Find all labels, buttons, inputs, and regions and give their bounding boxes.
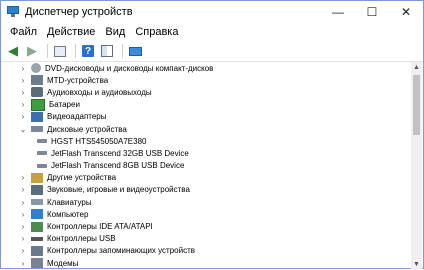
modem-icon bbox=[31, 258, 43, 269]
tree-child-item[interactable]: HGST HTS545050A7E380 bbox=[1, 135, 412, 147]
mtd-device-icon bbox=[31, 75, 43, 86]
tree-item-label: HGST HTS545050A7E380 bbox=[51, 136, 147, 146]
properties-icon[interactable] bbox=[52, 43, 68, 59]
tree-category[interactable]: › Компьютер bbox=[1, 208, 412, 220]
device-manager-app-icon bbox=[6, 5, 20, 19]
back-icon[interactable]: ◀ bbox=[5, 43, 21, 59]
disk-drive-icon bbox=[31, 126, 43, 133]
scroll-up-icon[interactable]: ▲ bbox=[411, 62, 422, 73]
tree-item-label: JetFlash Transcend 8GB USB Device bbox=[51, 161, 185, 171]
tree-item-label: Батареи bbox=[49, 100, 80, 110]
chevron-right-icon[interactable]: › bbox=[19, 112, 27, 121]
tree-item-label: DVD-дисководы и дисководы компакт-дисков bbox=[45, 63, 214, 73]
vertical-scrollbar[interactable]: ▲ ▼ bbox=[411, 62, 422, 270]
window-controls: — ☐ ✕ bbox=[321, 1, 423, 22]
close-button[interactable]: ✕ bbox=[389, 1, 423, 22]
toolbar: ◀ ▶ ? bbox=[1, 41, 423, 62]
chevron-right-icon[interactable]: › bbox=[19, 210, 27, 219]
usb-controller-icon bbox=[31, 236, 43, 241]
menu-bar: Файл Действие Вид Справка bbox=[1, 22, 423, 41]
tree-item-label: Контроллеры запоминающих устройств bbox=[47, 246, 195, 256]
chevron-right-icon[interactable]: › bbox=[19, 88, 27, 97]
tree-category[interactable]: › DVD-дисководы и дисководы компакт-диско… bbox=[1, 62, 412, 74]
scroll-thumb[interactable] bbox=[413, 75, 420, 135]
tree-item-label: JetFlash Transcend 32GB USB Device bbox=[51, 148, 189, 158]
keyboard-icon bbox=[31, 199, 43, 206]
toolbar-separator bbox=[47, 44, 48, 58]
tree-item-label: Аудиовходы и аудиовыходы bbox=[47, 87, 152, 97]
tree-item-label: Видеоадаптеры bbox=[47, 112, 107, 122]
menu-view[interactable]: Вид bbox=[100, 26, 130, 38]
tree-child-item[interactable]: JetFlash Transcend 32GB USB Device bbox=[1, 147, 412, 159]
tree-category[interactable]: › MTD-устройства bbox=[1, 74, 412, 86]
tree-category[interactable]: › Контроллеры запоминающих устройств bbox=[1, 245, 412, 257]
toolbar-separator bbox=[122, 44, 123, 58]
chevron-right-icon[interactable]: › bbox=[19, 76, 27, 85]
menu-help[interactable]: Справка bbox=[130, 26, 183, 38]
tree-item-label: MTD-устройства bbox=[47, 75, 109, 85]
menu-file[interactable]: Файл bbox=[5, 26, 42, 38]
hdd-icon bbox=[37, 151, 47, 156]
chevron-right-icon[interactable]: › bbox=[19, 185, 27, 194]
forward-icon[interactable]: ▶ bbox=[24, 43, 40, 59]
device-tree: › DVD-дисководы и дисководы компакт-диско… bbox=[1, 62, 412, 270]
dvd-drive-icon bbox=[31, 63, 41, 74]
scroll-down-icon[interactable]: ▼ bbox=[411, 259, 422, 270]
chevron-right-icon[interactable]: › bbox=[19, 64, 27, 73]
tree-item-label: Компьютер bbox=[47, 209, 89, 219]
tree-item-label: Звуковые, игровые и видеоустройства bbox=[47, 185, 190, 195]
hdd-icon bbox=[37, 139, 47, 144]
battery-icon bbox=[31, 98, 45, 111]
minimize-button[interactable]: — bbox=[321, 1, 355, 22]
device-manager-window: Диспетчер устройств — ☐ ✕ Файл Действие … bbox=[0, 0, 424, 270]
chevron-right-icon[interactable]: › bbox=[19, 259, 27, 268]
maximize-button[interactable]: ☐ bbox=[355, 1, 389, 22]
tree-item-label: Другие устройства bbox=[47, 173, 117, 183]
ide-controller-icon bbox=[31, 221, 43, 232]
tree-item-label: Контроллеры IDE ATA/ATAPI bbox=[47, 222, 153, 232]
tree-category[interactable]: › Модемы bbox=[1, 257, 412, 269]
tree-category[interactable]: › Батареи bbox=[1, 98, 412, 111]
chevron-right-icon[interactable]: › bbox=[19, 198, 27, 207]
storage-controller-icon bbox=[31, 245, 43, 256]
chevron-right-icon[interactable]: › bbox=[19, 222, 27, 231]
toolbar-separator bbox=[75, 44, 76, 58]
tree-category[interactable]: › Контроллеры USB bbox=[1, 233, 412, 245]
chevron-right-icon[interactable]: › bbox=[19, 100, 27, 109]
computer-icon bbox=[31, 209, 43, 220]
tree-item-label: Модемы bbox=[47, 258, 79, 268]
sound-icon bbox=[31, 184, 43, 195]
chevron-right-icon[interactable]: › bbox=[19, 234, 27, 243]
tree-child-item[interactable]: JetFlash Transcend 8GB USB Device bbox=[1, 160, 412, 172]
display-adapter-icon bbox=[31, 111, 43, 122]
chevron-right-icon[interactable]: › bbox=[19, 246, 27, 255]
title-bar[interactable]: Диспетчер устройств — ☐ ✕ bbox=[1, 1, 423, 22]
tree-item-label: Контроллеры USB bbox=[47, 234, 116, 244]
hdd-icon bbox=[37, 163, 47, 168]
tree-category[interactable]: › Звуковые, игровые и видеоустройства bbox=[1, 184, 412, 196]
menu-action[interactable]: Действие bbox=[42, 26, 100, 38]
tree-item-label: Дисковые устройства bbox=[47, 124, 127, 134]
view-icon[interactable] bbox=[99, 43, 115, 59]
scan-hardware-icon[interactable] bbox=[127, 43, 143, 59]
tree-category[interactable]: › Клавиатуры bbox=[1, 196, 412, 208]
chevron-right-icon[interactable]: › bbox=[19, 173, 27, 182]
tree-category[interactable]: › Контроллеры IDE ATA/ATAPI bbox=[1, 220, 412, 232]
tree-category[interactable]: › Аудиовходы и аудиовыходы bbox=[1, 86, 412, 98]
window-title: Диспетчер устройств bbox=[25, 5, 133, 18]
chevron-down-icon[interactable]: ⌄ bbox=[19, 125, 27, 134]
tree-item-label: Клавиатуры bbox=[47, 197, 92, 207]
other-devices-icon bbox=[31, 172, 43, 183]
help-icon[interactable]: ? bbox=[80, 43, 96, 59]
audio-io-icon bbox=[31, 87, 43, 98]
tree-category[interactable]: › Видеоадаптеры bbox=[1, 111, 412, 123]
tree-category[interactable]: › Другие устройства bbox=[1, 172, 412, 184]
tree-category[interactable]: ⌄ Дисковые устройства bbox=[1, 123, 412, 135]
